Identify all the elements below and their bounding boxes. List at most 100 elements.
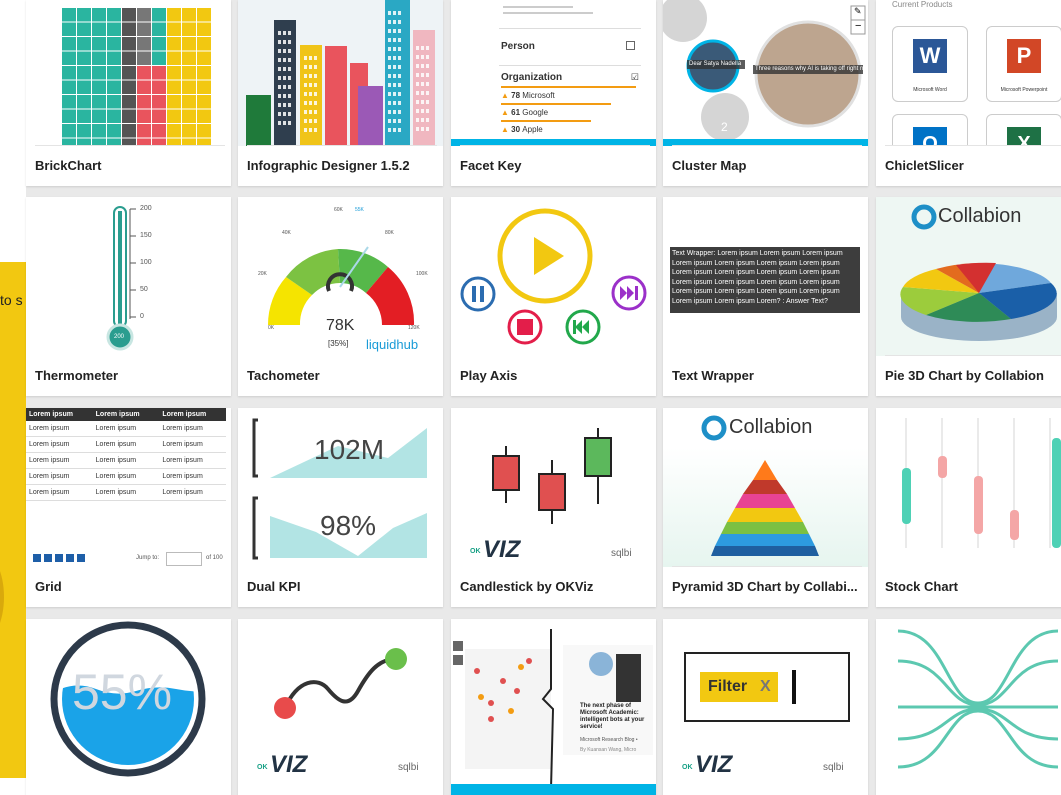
building-window xyxy=(398,38,401,42)
close-icon[interactable]: X xyxy=(760,678,771,696)
facet-org-row[interactable]: ▲ 30 Apple xyxy=(501,125,639,134)
visual-card-candlestick[interactable]: OK VIZ sqlbi Candlestick by OKViz xyxy=(451,408,656,607)
building-window xyxy=(421,109,424,113)
chiclet-excel[interactable]: X xyxy=(986,114,1061,146)
building-window xyxy=(283,58,286,62)
grid-pager[interactable] xyxy=(33,554,85,562)
building-window xyxy=(393,83,396,87)
brick-cell xyxy=(122,66,136,80)
building-window xyxy=(398,101,401,105)
building-window xyxy=(388,11,391,15)
visual-card-tachometer[interactable]: 78K [35%] liquidhub 0K 20K 40K 60K 80K 1… xyxy=(238,197,443,396)
visual-card-thermometer[interactable]: 200 150 100 50 0 200 Thermometer xyxy=(26,197,231,396)
visual-card-stock-chart[interactable]: Stock Chart xyxy=(876,408,1061,607)
building-window xyxy=(304,92,307,96)
card-title: ChicletSlicer xyxy=(885,145,1061,186)
brick-cell xyxy=(197,80,211,94)
chiclet-word[interactable]: W Microsoft Word xyxy=(892,26,968,102)
excel-icon: X xyxy=(1007,127,1041,146)
visual-card-okviz-line[interactable]: OK VIZ sqlbi xyxy=(238,619,443,795)
grid-header[interactable]: Lorem ipsum xyxy=(92,408,160,421)
brick-cell xyxy=(77,66,91,80)
visual-card-brickchart[interactable]: BrickChart xyxy=(26,0,231,186)
person-checkbox[interactable] xyxy=(626,41,635,50)
visual-card-grid[interactable]: Lorem ipsum Lorem ipsum Lorem ipsum Lore… xyxy=(26,408,231,607)
visual-card-dual-kpi[interactable]: 102M 98% Dual KPI xyxy=(238,408,443,607)
org-count: 61 xyxy=(511,108,521,117)
visual-card-cluster-map[interactable]: Dear Satya Nadella Three reasons why AI … xyxy=(663,0,868,186)
visual-card-sankey[interactable] xyxy=(876,619,1061,795)
edit-icon[interactable]: ✎ xyxy=(854,6,862,17)
building-window xyxy=(388,83,391,87)
building-window xyxy=(421,91,424,95)
brick-cell xyxy=(77,80,91,94)
visual-card-infographic-designer[interactable]: Infographic Designer 1.5.2 xyxy=(238,0,443,186)
sankey-thumbnail xyxy=(876,619,1061,795)
table-row[interactable]: Lorem ipsum Lorem ipsum Lorem ipsum xyxy=(26,484,226,501)
building-window xyxy=(283,31,286,35)
jump-label: Jump to: xyxy=(136,555,160,561)
facet-org-row[interactable]: ▲ 61 Google xyxy=(501,108,639,117)
filter-box[interactable]: Filter X xyxy=(684,652,850,722)
peek-text: to s xyxy=(0,292,23,308)
chiclet-powerpoint[interactable]: P Microsoft Powerpoint xyxy=(986,26,1061,102)
building-window xyxy=(388,92,391,96)
brick-cell xyxy=(197,51,211,65)
brick-cell xyxy=(92,22,106,36)
liquid-fill-value: 55% xyxy=(72,664,173,720)
sqlbi-logo: sqlbi xyxy=(823,762,844,773)
visual-card-filter[interactable]: Filter X OK VIZ sqlbi xyxy=(663,619,868,795)
article-author: By Kuansan Wang, Micro xyxy=(580,747,637,753)
brick-cell xyxy=(107,51,121,65)
brick-cell xyxy=(167,95,181,109)
chiclet-outlook[interactable]: O xyxy=(892,114,968,146)
brick-cell xyxy=(182,66,196,80)
table-row[interactable]: Lorem ipsum Lorem ipsum Lorem ipsum xyxy=(26,468,226,485)
visual-card-pyramid-3d[interactable]: Collabion Pyramid 3D Chart by Collabi... xyxy=(663,408,868,607)
pyramid-3d-thumbnail: Collabion xyxy=(663,408,868,567)
checked-icon[interactable]: ☑ xyxy=(631,72,639,83)
building-window xyxy=(288,103,291,107)
text-wrapper-thumbnail: Text Wrapper: Lorem ipsum Lorem ipsum Lo… xyxy=(663,197,868,356)
visual-card-text-wrapper[interactable]: Text Wrapper: Lorem ipsum Lorem ipsum Lo… xyxy=(663,197,868,396)
visual-card-chiclet-slicer[interactable]: Current Products W Microsoft Word P Micr… xyxy=(876,0,1061,186)
brick-cell xyxy=(137,80,151,94)
building-window xyxy=(309,74,312,78)
building-window xyxy=(283,103,286,107)
building-window xyxy=(309,119,312,123)
table-row[interactable]: Lorem ipsum Lorem ipsum Lorem ipsum xyxy=(26,421,226,437)
building-window xyxy=(421,100,424,104)
brick-cell xyxy=(197,22,211,36)
building-window xyxy=(388,74,391,78)
building-window xyxy=(278,67,281,71)
visual-card-academic[interactable]: The next phase of Microsoft Academic: in… xyxy=(451,619,656,795)
article-source: Microsoft Research Blog • xyxy=(580,737,638,743)
grid-header[interactable]: Lorem ipsum xyxy=(159,408,226,421)
table-row[interactable]: Lorem ipsum Lorem ipsum Lorem ipsum xyxy=(26,436,226,453)
building-window xyxy=(283,85,286,89)
grid-header[interactable]: Lorem ipsum xyxy=(26,408,93,421)
card-title: Infographic Designer 1.5.2 xyxy=(247,145,437,186)
visual-card-play-axis[interactable]: Play Axis xyxy=(451,197,656,396)
building-window xyxy=(393,20,396,24)
building-window xyxy=(309,83,312,87)
visual-card-liquid-fill[interactable]: 55% xyxy=(26,619,231,795)
building-window xyxy=(421,55,424,59)
jump-input[interactable] xyxy=(166,552,202,566)
grid-table[interactable]: Lorem ipsum Lorem ipsum Lorem ipsum Lore… xyxy=(26,408,226,501)
brick-cell xyxy=(182,8,196,22)
zoom-out-icon[interactable]: − xyxy=(855,20,861,32)
filter-chip[interactable]: Filter X xyxy=(700,672,778,702)
building-window xyxy=(398,119,401,123)
visual-card-pie-3d[interactable]: Collabion Pie 3D Chart by Collabion xyxy=(876,197,1061,396)
visual-card-facet-key[interactable]: Person Organization ☑ ▲ 78 Microsoft ▲ 6… xyxy=(451,0,656,186)
tacho-scale: 0K xyxy=(268,325,275,331)
building-window xyxy=(398,83,401,87)
building-window xyxy=(388,20,391,24)
brick-cell xyxy=(122,8,136,22)
brick-cell xyxy=(92,95,106,109)
building-window xyxy=(416,82,419,86)
facet-org-row[interactable]: ▲ 78 Microsoft xyxy=(501,91,639,100)
brick-cell xyxy=(122,124,136,138)
table-row[interactable]: Lorem ipsum Lorem ipsum Lorem ipsum xyxy=(26,452,226,469)
